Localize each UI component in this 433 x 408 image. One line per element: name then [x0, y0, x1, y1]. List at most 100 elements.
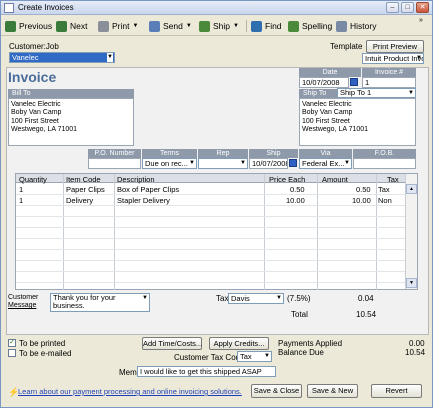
ship-to-line: 100 First Street [302, 117, 350, 125]
learn-about-payment-link[interactable]: Learn about our payment processing and o… [18, 387, 242, 396]
toolbar-overflow-icon[interactable]: » [419, 17, 423, 24]
bill-to-line: Boby Van Camp [11, 109, 62, 117]
row-1-price-each[interactable]: 0.50 [290, 185, 305, 194]
row-2-item-code[interactable]: Delivery [66, 196, 93, 205]
chevron-down-icon: ▼ [240, 160, 246, 166]
print-preview-button[interactable]: Print Preview [366, 40, 424, 53]
find-label: Find [265, 21, 282, 31]
bill-to-line: Vanelec Electric [11, 101, 61, 108]
row-2-price-each[interactable]: 10.00 [286, 196, 305, 205]
column-header-price-each: Price Each [269, 175, 306, 184]
fob-label: F.O.B. [353, 149, 416, 158]
template-combo[interactable]: Intuit Product Invoice ▼ [362, 53, 424, 64]
row-1-amount[interactable]: 0.50 [356, 185, 371, 194]
customer-tax-code-combo[interactable]: Tax ▼ [237, 351, 272, 362]
customer-job-combo[interactable]: Vanelec ▼ [9, 52, 115, 63]
next-label: Next [70, 21, 88, 31]
via-label: Via [299, 149, 352, 158]
spelling-button[interactable]: Spelling [288, 19, 332, 33]
row-1-quantity[interactable]: 1 [19, 185, 23, 194]
balance-due-label: Balance Due [278, 348, 324, 357]
memo-field[interactable]: I would like to get this shipped ASAP [137, 366, 276, 377]
row-1-description[interactable]: Box of Paper Clips [117, 185, 179, 194]
save-close-button[interactable]: Save & Close [251, 384, 302, 398]
close-button[interactable]: ✕ [416, 2, 429, 13]
tax-item-value: Davis [231, 294, 250, 303]
row-2-tax[interactable]: Non [378, 196, 392, 205]
ship-to-line: Westwego, LA 71001 [302, 125, 369, 133]
column-divider [114, 174, 115, 290]
ship-dropdown-icon[interactable]: ▼ [233, 23, 239, 29]
add-time-costs-button[interactable]: Add Time/Costs... [142, 337, 202, 350]
bill-to-address[interactable]: Vanelec Electric Boby Van Camp 100 First… [8, 98, 134, 146]
invoice-heading: Invoice [8, 69, 57, 85]
po-number-field[interactable] [88, 158, 141, 169]
template-label: Template [330, 42, 363, 51]
send-button[interactable]: Send ▼ [149, 19, 192, 33]
customer-job-label: Customer:Job [9, 42, 59, 51]
rep-combo[interactable]: ▼ [198, 158, 248, 169]
chevron-down-icon: ▼ [416, 55, 422, 61]
history-button[interactable]: History [336, 19, 376, 33]
title-bar: Create Invoices – □ ✕ [1, 1, 432, 15]
row-1-item-code[interactable]: Paper Clips [66, 185, 105, 194]
bill-to-line: Westwego, LA 71001 [11, 125, 78, 133]
terms-value: Due on rec... [145, 159, 188, 168]
send-dropdown-icon[interactable]: ▼ [186, 23, 192, 29]
previous-button[interactable]: Previous [5, 19, 52, 33]
table-scrollbar[interactable]: ▲ ▼ [405, 174, 417, 289]
column-header-item-code: Item Code [66, 175, 101, 184]
chevron-down-icon: ▼ [264, 353, 270, 359]
terms-combo[interactable]: Due on rec... ▼ [142, 158, 197, 169]
chevron-down-icon: ▼ [408, 90, 414, 96]
maximize-button[interactable]: □ [401, 2, 414, 13]
calendar-icon[interactable] [289, 159, 297, 167]
row-divider [16, 238, 406, 239]
ship-truck-icon [199, 20, 210, 32]
send-label: Send [163, 21, 183, 31]
revert-button[interactable]: Revert [371, 384, 422, 398]
row-1-tax[interactable]: Tax [378, 185, 390, 194]
row-2-quantity[interactable]: 1 [19, 196, 23, 205]
history-label: History [350, 21, 377, 31]
date-field[interactable]: 10/07/2008 [299, 77, 349, 88]
to-be-emailed-label: To be e-mailed [19, 349, 72, 358]
row-divider [16, 194, 406, 195]
tax-item-combo[interactable]: Davis ▼ [228, 293, 284, 304]
ship-button[interactable]: Ship ▼ [199, 19, 239, 33]
scroll-down-icon[interactable]: ▼ [406, 278, 417, 288]
apply-credits-button[interactable]: Apply Credits... [209, 337, 269, 350]
ship-to-line: Boby Van Camp [302, 109, 353, 117]
invoice-number-label: Invoice # [362, 68, 416, 77]
ship-to-address[interactable]: Vanelec Electric Boby Van Camp 100 First… [299, 98, 416, 146]
to-be-printed-checkbox[interactable]: ✓ [8, 339, 16, 347]
invoice-number-field[interactable]: 1 [362, 77, 416, 88]
tax-rate: (7.5%) [287, 294, 311, 303]
print-button[interactable]: Print ▼ [98, 19, 138, 33]
bill-to-label: Bill To [8, 89, 134, 98]
chevron-down-icon: ▼ [189, 160, 195, 166]
ship-date-field[interactable]: 10/07/2008 [249, 158, 288, 169]
line-items-table: Quantity Item Code Description Price Eac… [15, 173, 418, 290]
spelling-label: Spelling [302, 21, 333, 31]
via-combo[interactable]: Federal Ex... ▼ [299, 158, 352, 169]
find-button[interactable]: Find [251, 19, 282, 33]
date-label: Date [299, 68, 361, 77]
row-divider [16, 216, 406, 217]
row-2-description[interactable]: Stapler Delivery [117, 196, 170, 205]
customer-tax-code-value: Tax [240, 352, 252, 361]
save-new-button[interactable]: Save & New [307, 384, 358, 398]
scroll-up-icon[interactable]: ▲ [406, 184, 417, 194]
to-be-emailed-checkbox[interactable] [8, 349, 16, 357]
row-2-amount[interactable]: 10.00 [352, 196, 371, 205]
customer-message-combo[interactable]: Thank you for your business. ▼ [50, 293, 150, 312]
next-button[interactable]: Next [56, 19, 87, 33]
invoice-app-icon [4, 3, 14, 13]
tax-amount: 0.04 [358, 294, 374, 303]
calendar-icon[interactable] [350, 78, 358, 86]
minimize-button[interactable]: – [386, 2, 399, 13]
print-dropdown-icon[interactable]: ▼ [132, 23, 138, 29]
fob-field[interactable] [353, 158, 416, 169]
ship-to-combo[interactable]: Ship To 1 ▼ [337, 88, 416, 98]
column-divider [63, 174, 64, 290]
